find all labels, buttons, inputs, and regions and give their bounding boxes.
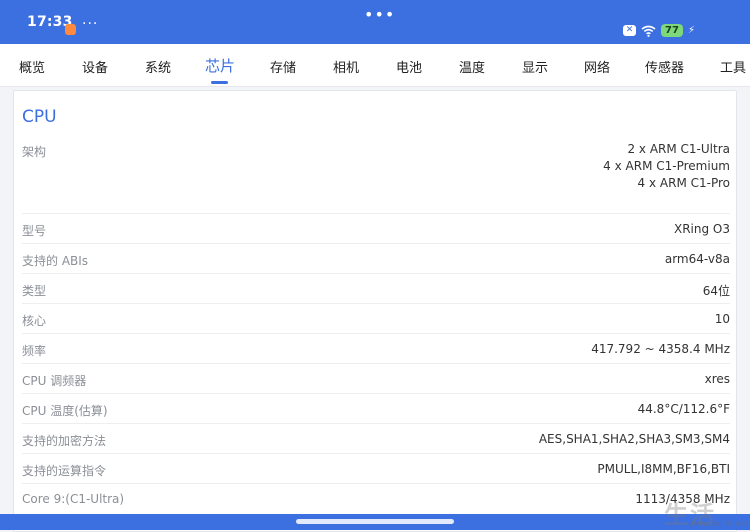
tab-battery[interactable]: 电池 bbox=[396, 57, 422, 76]
architecture-value: 2 x ARM C1-Ultra bbox=[627, 142, 730, 156]
section-title: CPU bbox=[22, 107, 57, 127]
cpu-info-card: CPU 架构 2 x ARM C1-Ultra 4 x ARM C1-Premi… bbox=[13, 90, 737, 532]
row-label: 支持的运算指令 bbox=[22, 464, 107, 478]
info-row: 型号 XRing O3 bbox=[22, 213, 730, 244]
architecture-value: 4 x ARM C1-Pro bbox=[637, 176, 730, 190]
tab-network[interactable]: 网络 bbox=[584, 57, 610, 76]
watermark: 生活 www.3elife.net bbox=[640, 494, 750, 529]
info-row: 核心 10 bbox=[22, 303, 730, 334]
home-gesture-handle[interactable] bbox=[296, 519, 454, 524]
row-label: 核心 bbox=[22, 314, 47, 328]
row-value: PMULL,I8MM,BF16,BTI bbox=[597, 462, 730, 476]
row-label: CPU 调频器 bbox=[22, 374, 87, 388]
gesture-nav-bar bbox=[0, 514, 750, 530]
row-value: 10 bbox=[714, 312, 730, 326]
info-row: Core 9:(C1-Ultra) 1113/4358 MHz bbox=[22, 483, 730, 514]
tab-tools[interactable]: 工具 bbox=[720, 57, 746, 76]
row-label: 支持的 ABIs bbox=[22, 254, 89, 268]
app-notification-icon bbox=[65, 24, 76, 35]
tab-device[interactable]: 设备 bbox=[82, 57, 108, 76]
tab-display[interactable]: 显示 bbox=[522, 57, 548, 76]
tab-chip[interactable]: 芯片 bbox=[205, 55, 235, 76]
status-bar: 17:33 ··· ••• ✕ 77 ⚡ bbox=[0, 0, 750, 44]
tab-camera[interactable]: 相机 bbox=[333, 57, 359, 76]
info-row: CPU 温度(估算) 44.8°C/112.6°F bbox=[22, 393, 730, 424]
row-label: 型号 bbox=[22, 224, 47, 238]
row-label: 类型 bbox=[22, 284, 47, 298]
row-label: Core 9:(C1-Ultra) bbox=[22, 492, 125, 506]
tab-system[interactable]: 系统 bbox=[145, 57, 171, 76]
tab-sensors[interactable]: 传感器 bbox=[645, 57, 684, 76]
row-label: 架构 bbox=[22, 145, 47, 159]
tab-overview[interactable]: 概览 bbox=[19, 57, 45, 76]
close-box-icon: ✕ bbox=[623, 25, 637, 36]
row-value: 44.8°C/112.6°F bbox=[637, 402, 730, 416]
row-value: arm64-v8a bbox=[664, 252, 730, 266]
row-value: XRing O3 bbox=[673, 222, 730, 236]
battery-indicator: 77 bbox=[661, 24, 683, 37]
row-value: xres bbox=[704, 372, 730, 386]
info-row: 支持的加密方法 AES,SHA1,SHA2,SHA3,SM3,SM4 bbox=[22, 423, 730, 454]
category-tab-bar: 概览 设备 系统 芯片 存储 相机 电池 温度 显示 网络 传感器 工具 bbox=[0, 44, 750, 87]
info-row: 支持的运算指令 PMULL,I8MM,BF16,BTI bbox=[22, 453, 730, 484]
info-row: CPU 调频器 xres bbox=[22, 363, 730, 394]
row-value: 417.792 ~ 4358.4 MHz bbox=[591, 342, 730, 356]
window-handle-dots-icon[interactable]: ••• bbox=[364, 7, 395, 23]
row-label: 支持的加密方法 bbox=[22, 434, 107, 448]
tab-storage[interactable]: 存储 bbox=[270, 57, 296, 76]
row-label: 频率 bbox=[22, 344, 47, 358]
info-row: 频率 417.792 ~ 4358.4 MHz bbox=[22, 333, 730, 364]
row-value: AES,SHA1,SHA2,SHA3,SM3,SM4 bbox=[538, 432, 730, 446]
architecture-value: 4 x ARM C1-Premium bbox=[603, 159, 730, 173]
info-row: 类型 64位 bbox=[22, 273, 730, 304]
info-row: 支持的 ABIs arm64-v8a bbox=[22, 243, 730, 274]
status-icons: ✕ 77 ⚡ bbox=[623, 24, 695, 37]
watermark-url: www.3elife.net bbox=[688, 519, 748, 528]
tab-temperature[interactable]: 温度 bbox=[459, 57, 485, 76]
charging-bolt-icon: ⚡ bbox=[687, 25, 695, 36]
wifi-icon bbox=[641, 25, 656, 37]
row-value: 64位 bbox=[702, 284, 730, 298]
active-tab-indicator bbox=[211, 81, 228, 84]
more-notifications-icon: ··· bbox=[82, 16, 99, 32]
row-label: CPU 温度(估算) bbox=[22, 404, 108, 418]
